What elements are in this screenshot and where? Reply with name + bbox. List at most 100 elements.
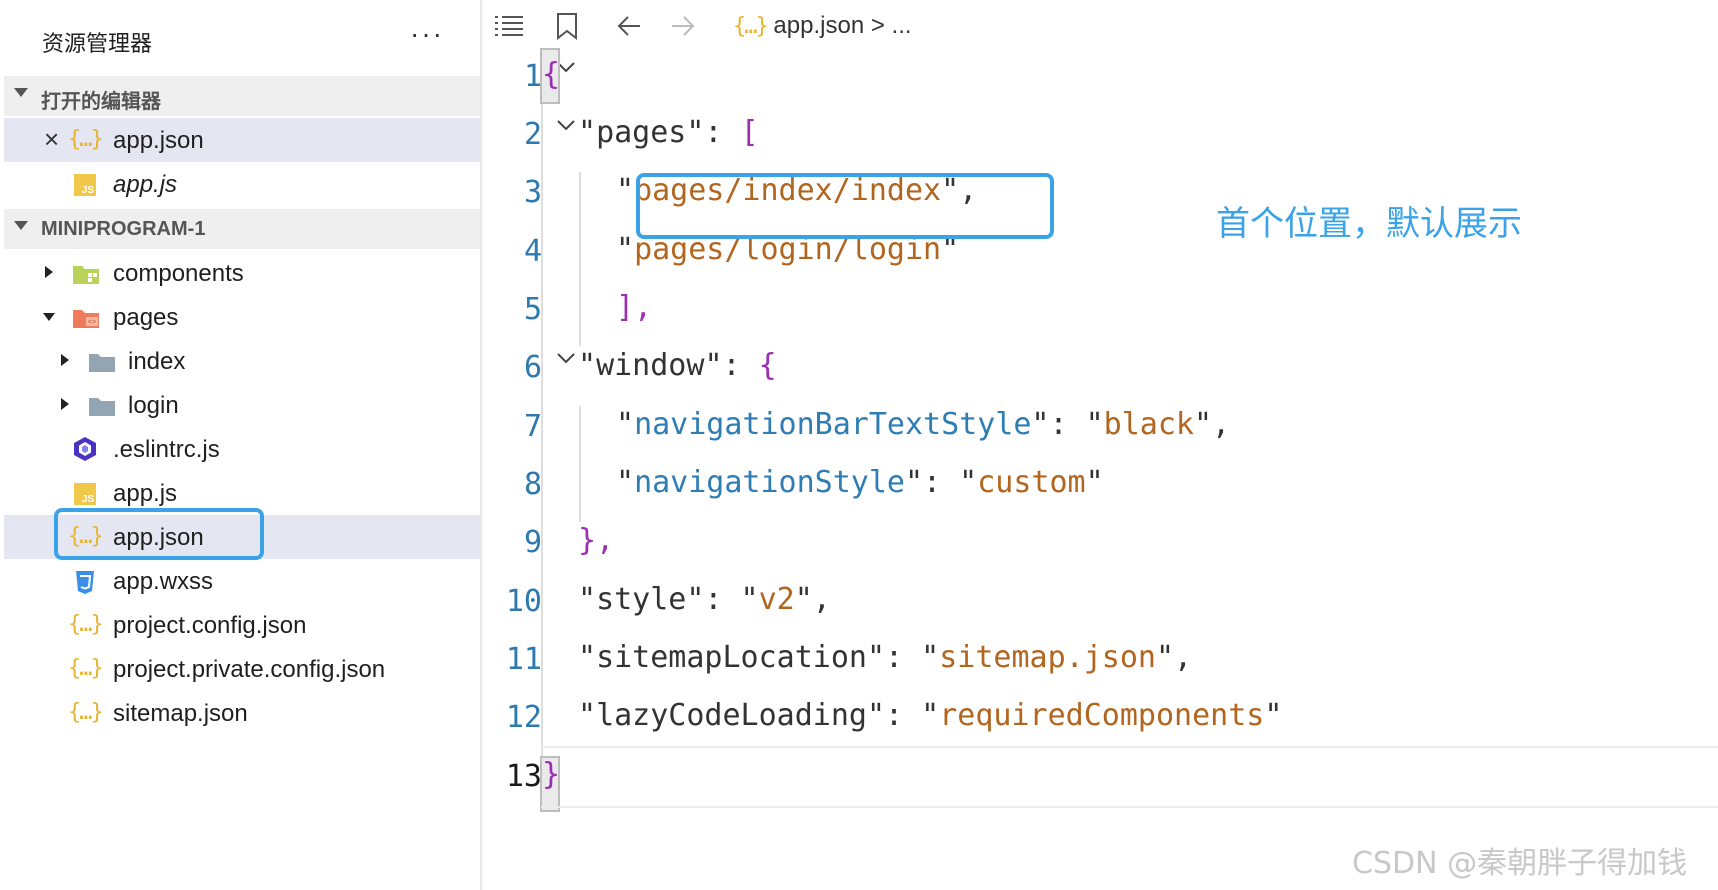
tree-item-sitemap[interactable]: {…} sitemap.json: [4, 691, 480, 735]
explorer-sidebar: 资源管理器 ··· 打开的编辑器 × {…} app.json JS app.j…: [0, 0, 480, 890]
folder-icon: [89, 354, 115, 372]
json-icon: {…}: [68, 700, 104, 725]
line-number: 3: [523, 175, 542, 210]
line-number: 12: [505, 700, 542, 735]
svg-text:<>: <>: [88, 319, 96, 326]
chevron-right-icon: [61, 354, 69, 366]
code-line-1[interactable]: {: [542, 57, 560, 92]
js-icon: JS: [74, 174, 96, 196]
indent-guide: [579, 406, 581, 522]
collapse-triangle-icon: [14, 221, 28, 230]
tree-item-eslintrc[interactable]: .eslintrc.js: [4, 427, 480, 471]
watermark: CSDN @秦朝胖子得加钱: [1352, 846, 1688, 881]
list-icon[interactable]: [494, 14, 524, 38]
open-editors-section[interactable]: 打开的编辑器: [4, 76, 480, 116]
json-key: pages: [596, 115, 687, 150]
annotation-text: 首个位置，默认展示: [1216, 204, 1522, 244]
json-string: black: [1103, 407, 1194, 442]
code-line-11[interactable]: "sitemapLocation": "sitemap.json",: [578, 640, 1192, 675]
folder-pages-icon: <>: [73, 310, 99, 328]
explorer-title: 资源管理器: [42, 31, 153, 56]
code-line-5[interactable]: ],: [616, 290, 652, 325]
line-number: 9: [523, 525, 542, 560]
fold-chevron-icon[interactable]: [556, 118, 576, 132]
json-string: v2: [758, 582, 795, 617]
css-icon: [76, 571, 94, 594]
breadcrumb-file[interactable]: app.json: [773, 12, 864, 39]
eslint-icon: [74, 437, 96, 461]
json-bracket: },: [578, 523, 615, 558]
back-arrow-icon[interactable]: [616, 14, 642, 38]
json-key: sitemapLocation: [596, 640, 867, 675]
chevron-right-icon: [45, 266, 53, 278]
indent-guide: [541, 56, 543, 796]
chevron-right-icon: [61, 398, 69, 410]
line-number: 6: [523, 350, 542, 385]
highlight-box-first-page: [636, 173, 1054, 239]
chevron-down-icon: [43, 313, 55, 321]
tree-item-components[interactable]: components: [4, 251, 480, 295]
line-number: 1: [523, 59, 542, 94]
json-bracket: {: [758, 348, 777, 383]
project-label: MINIPROGRAM-1: [41, 218, 206, 240]
explorer-header: 资源管理器 ···: [0, 12, 480, 68]
json-key: window: [596, 348, 705, 383]
editor-toolbar: {…} app.json > ...: [482, 0, 1718, 56]
line-number: 11: [505, 642, 542, 677]
json-bracket: {: [542, 57, 561, 92]
tree-item-app-wxss[interactable]: app.wxss: [4, 559, 480, 603]
code-line-7[interactable]: "navigationBarTextStyle": "black",: [616, 407, 1230, 442]
open-editor-item-app-json[interactable]: × {…} app.json: [4, 118, 480, 162]
project-section[interactable]: MINIPROGRAM-1: [4, 209, 480, 249]
line-number: 5: [523, 292, 542, 327]
open-editors-label: 打开的编辑器: [41, 91, 161, 113]
json-string: requiredComponents: [939, 698, 1265, 733]
tree-item-pages[interactable]: <> pages: [4, 295, 480, 339]
more-actions-icon[interactable]: ···: [410, 18, 444, 50]
open-editor-item-app-js[interactable]: JS app.js: [4, 162, 480, 206]
folder-components-icon: [73, 266, 99, 284]
breadcrumb-separator: >: [870, 12, 885, 39]
tree-item-label: .eslintrc.js: [113, 436, 220, 463]
code-line-8[interactable]: "navigationStyle": "custom": [616, 465, 1104, 500]
code-line-6[interactable]: "window": {: [578, 348, 777, 383]
json-key: style: [596, 582, 687, 617]
tree-item-index[interactable]: index: [4, 339, 480, 383]
collapse-triangle-icon: [14, 88, 28, 97]
open-editor-label: app.js: [113, 171, 178, 198]
tree-item-project-config[interactable]: {…} project.config.json: [4, 603, 480, 647]
tree-item-label: project.private.config.json: [113, 656, 386, 683]
tree-item-label: project.config.json: [113, 612, 307, 639]
folder-icon: [89, 398, 115, 416]
line-number: 10: [505, 584, 542, 619]
json-string: sitemap.json: [939, 640, 1156, 675]
tree-item-project-private-config[interactable]: {…} project.private.config.json: [4, 647, 480, 691]
json-key: navigationBarTextStyle: [634, 407, 1032, 442]
breadcrumb-more[interactable]: ...: [892, 12, 912, 39]
code-line-13[interactable]: }: [542, 757, 560, 792]
tree-item-label: app.wxss: [113, 568, 214, 595]
js-icon: JS: [74, 483, 96, 505]
json-bracket: [: [740, 115, 759, 150]
fold-chevron-icon[interactable]: [556, 351, 576, 365]
code-line-10[interactable]: "style": "v2",: [578, 582, 831, 617]
tree-item-label: components: [113, 260, 244, 287]
tree-item-login[interactable]: login: [4, 383, 480, 427]
json-icon: {…}: [68, 612, 104, 637]
code-line-2[interactable]: "pages": [: [578, 115, 759, 150]
tree-item-label: app.js: [113, 480, 178, 507]
tree-item-label: sitemap.json: [113, 700, 248, 727]
json-key: lazyCodeLoading: [596, 698, 867, 733]
code-editor[interactable]: 1 2 3 4 5 6 7 8 9 10 11 12 13 { "pages":…: [482, 48, 1718, 890]
indent-guide: [579, 172, 581, 346]
code-line-9[interactable]: },: [578, 523, 614, 558]
forward-arrow-icon[interactable]: [670, 14, 696, 38]
code-line-12[interactable]: "lazyCodeLoading": "requiredComponents": [578, 698, 1282, 733]
tree-item-label: login: [128, 392, 179, 419]
close-icon[interactable]: ×: [44, 124, 59, 155]
json-bracket: ],: [616, 290, 653, 325]
breadcrumb[interactable]: {…} app.json > ...: [733, 12, 912, 40]
open-editor-label: app.json: [113, 127, 204, 154]
json-icon: {…}: [733, 14, 769, 39]
bookmark-icon[interactable]: [556, 12, 578, 40]
